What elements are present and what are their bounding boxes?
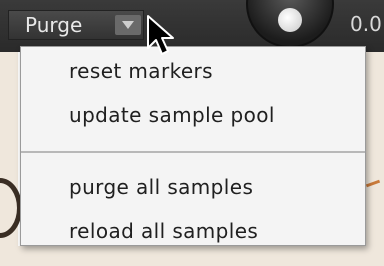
chevron-down-glyph bbox=[122, 21, 134, 29]
value-readout: 0.0 bbox=[350, 12, 382, 36]
menu-item-update-sample-pool[interactable]: update sample pool bbox=[69, 101, 275, 129]
purge-popup-menu: reset markers update sample pool purge a… bbox=[20, 46, 366, 246]
purge-dropdown-button[interactable]: Purge bbox=[8, 10, 144, 40]
screenshot-stage: Purge 0.0 reset markers update sample po… bbox=[0, 0, 384, 266]
knob-indicator bbox=[278, 8, 302, 32]
menu-item-reload-all-samples[interactable]: reload all samples bbox=[69, 217, 258, 245]
background-panel-right bbox=[364, 52, 384, 266]
chevron-down-icon[interactable] bbox=[115, 15, 141, 35]
menu-item-purge-all-samples[interactable]: purge all samples bbox=[69, 173, 253, 201]
plugin-header-bar: Purge 0.0 bbox=[0, 0, 384, 52]
mouse-pointer-icon bbox=[147, 15, 174, 55]
menu-item-reset-markers[interactable]: reset markers bbox=[69, 57, 213, 85]
decorative-ring bbox=[0, 178, 22, 238]
menu-separator bbox=[21, 151, 365, 153]
purge-label: Purge bbox=[25, 13, 83, 37]
background-panel-bottom bbox=[0, 246, 384, 266]
rotary-knob[interactable] bbox=[246, 0, 334, 48]
